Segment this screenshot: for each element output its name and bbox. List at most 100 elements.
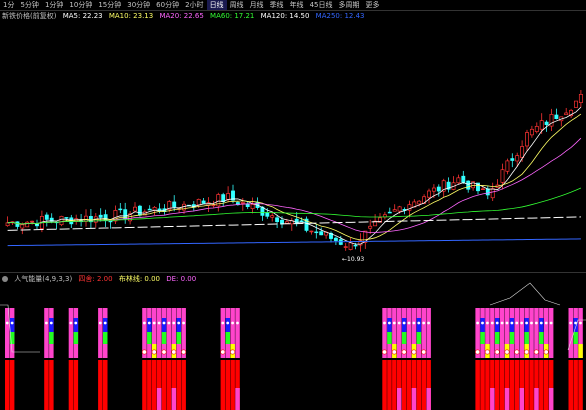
signal-bar-blue (387, 318, 392, 332)
signal-circle (411, 349, 417, 355)
signal-bar-magenta (529, 308, 534, 358)
signal-bar-magenta (68, 308, 74, 358)
signal-bar-red (529, 360, 534, 410)
signal-dot (422, 321, 426, 325)
signal-bar-green (539, 332, 544, 344)
signal-bar-red (514, 360, 520, 410)
signal-bar-magenta-low (397, 388, 402, 410)
signal-dot (143, 321, 146, 325)
candle-body (309, 230, 314, 233)
signal-dot (549, 321, 553, 325)
signal-bar-red (73, 360, 79, 410)
signal-bar-blue (573, 318, 578, 332)
signal-bar-green (147, 332, 152, 344)
signal-dot (520, 321, 524, 325)
signal-bar-red (382, 360, 387, 410)
candle-body (103, 214, 108, 222)
signal-dot (579, 321, 582, 325)
signal-bar-magenta (235, 308, 240, 358)
candle-body (84, 215, 88, 222)
candle-body (284, 221, 289, 224)
candle-body (466, 180, 471, 190)
candle-body (201, 200, 206, 204)
signal-bar-green (495, 332, 500, 344)
signal-circle (504, 349, 510, 355)
signal-bar-magenta (519, 308, 524, 358)
candle-body (152, 207, 157, 211)
signal-circle (381, 349, 387, 355)
signal-bar-red (103, 360, 108, 410)
signal-bar-red (509, 360, 515, 410)
signal-circle (161, 349, 167, 355)
indicator-toggle-icon[interactable] (2, 276, 8, 282)
signal-bar-red (475, 360, 480, 410)
signal-bar-magenta-low (534, 388, 539, 410)
signal-circle (141, 349, 147, 355)
signal-bar-red (68, 360, 74, 410)
signal-dot (177, 321, 181, 325)
candle-body (314, 231, 319, 234)
signal-bar-blue (495, 318, 500, 332)
signal-dot (544, 321, 548, 325)
signal-circle (421, 349, 427, 355)
candle-body (529, 128, 534, 136)
candle-body (436, 186, 441, 192)
signal-dot (74, 321, 78, 325)
signal-bar-magenta (548, 308, 554, 358)
signal-dot (490, 321, 494, 325)
candle-body (343, 246, 348, 248)
signal-bar-red (176, 360, 181, 410)
signal-bar-green (73, 332, 79, 344)
ma20-line (7, 137, 582, 233)
signal-dot (152, 321, 156, 325)
candle-body (319, 231, 324, 236)
signal-bar-green (573, 332, 578, 344)
candle-body (427, 190, 431, 198)
candle-body (515, 155, 520, 162)
candle-body (333, 237, 338, 241)
signal-bar-red (152, 360, 157, 410)
signal-dot (412, 321, 416, 325)
signal-circle (484, 349, 490, 355)
sub-indicator-v2: 布林线: 0.00 (118, 275, 160, 283)
signal-dot (157, 321, 161, 325)
signal-bar-red (220, 360, 226, 410)
signal-bar-magenta-low (171, 388, 177, 410)
signal-dot (486, 321, 489, 325)
signal-bar-red (568, 360, 573, 410)
signal-dot (495, 321, 499, 325)
signal-bar-blue (416, 318, 422, 332)
signal-dot (221, 321, 225, 325)
chart-canvas[interactable]: ←10.93 (0, 0, 586, 410)
signal-bar-blue (49, 318, 54, 332)
signal-bar-magenta-low (235, 388, 240, 410)
signal-circle (514, 349, 520, 355)
signal-circle (171, 349, 177, 355)
signal-bar-blue (9, 318, 15, 332)
signal-dot (481, 321, 484, 325)
sub-indicator-v3: DE: 0.00 (166, 275, 197, 283)
signal-dot (539, 321, 543, 325)
signal-bar-magenta-low (504, 388, 510, 410)
signal-bar-red (44, 360, 49, 410)
ma250-line (7, 238, 581, 247)
signal-bar-red (406, 360, 412, 410)
signal-bar-green (387, 332, 392, 344)
candle-body (299, 220, 304, 222)
signal-dot (98, 321, 102, 325)
signal-dot (162, 321, 166, 325)
signal-bar-red (49, 360, 54, 410)
signal-bar-red (230, 360, 235, 410)
signal-circle (230, 349, 236, 355)
signal-bar-red (495, 360, 500, 410)
signal-bar-red (166, 360, 172, 410)
signal-bar-green (480, 332, 485, 344)
signal-dot (510, 321, 514, 325)
signal-bar-blue (539, 318, 544, 332)
signal-bar-magenta (490, 308, 495, 358)
candle-body (461, 175, 466, 183)
signal-bar-red (573, 360, 578, 410)
signal-dot (525, 321, 528, 325)
signal-bar-magenta-low (519, 388, 524, 410)
sub-indicator-title: 人气能量(4,9,3,3) (14, 275, 73, 283)
